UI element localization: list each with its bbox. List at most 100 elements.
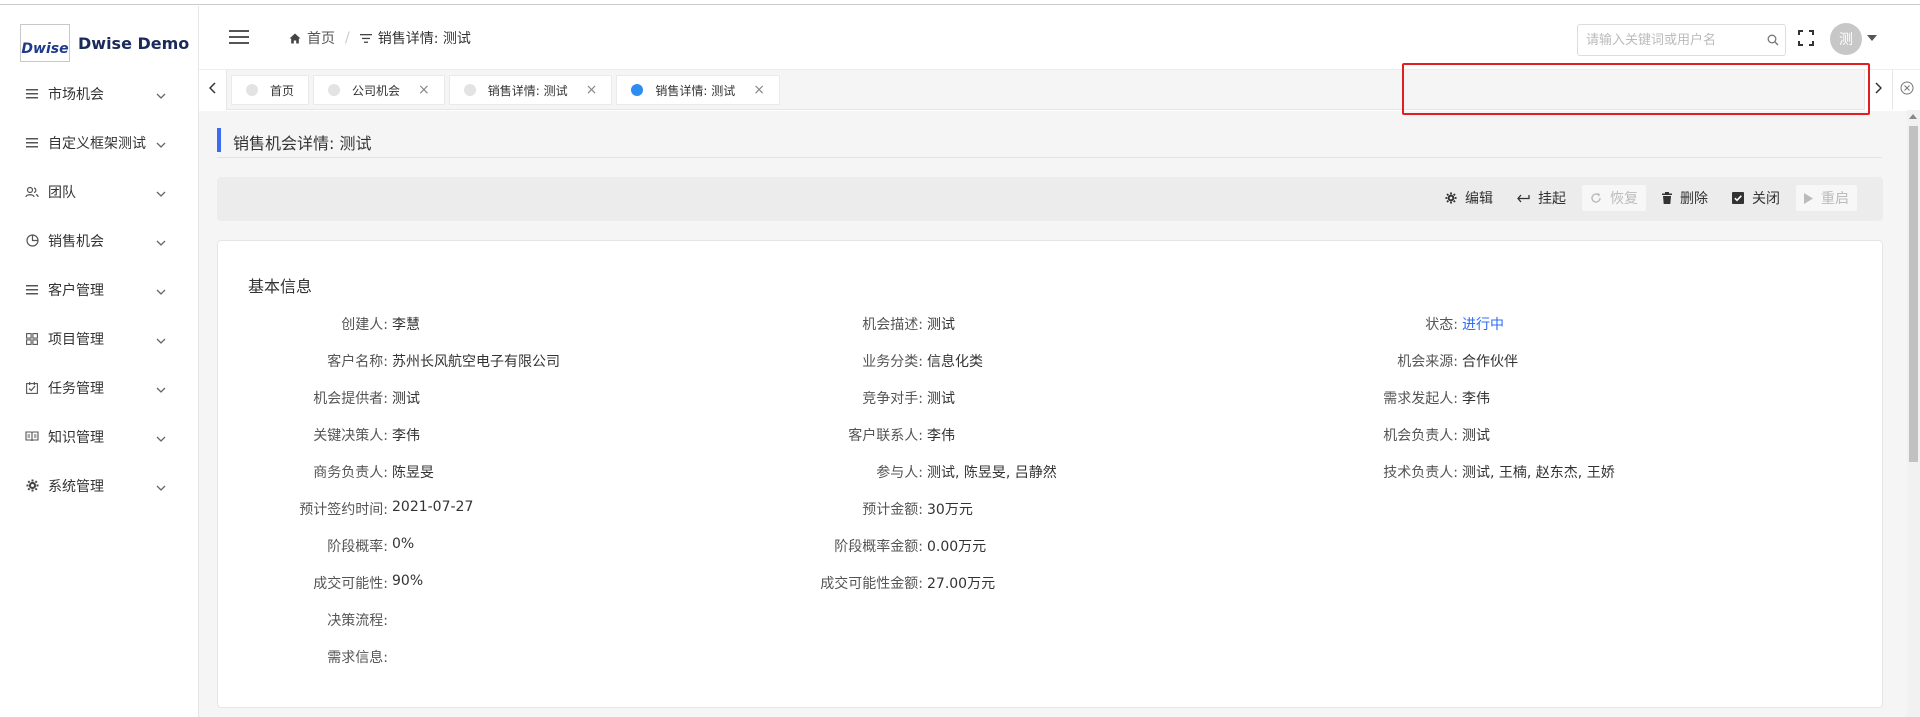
field-value: 90% [392, 573, 424, 589]
field-value: 测试, 王楠, 赵东杰, 王娇 [1462, 465, 1615, 481]
field-label: 竞争对手: [862, 391, 923, 407]
field-label: 状态: [1425, 317, 1458, 333]
breadcrumb-home-label: 首页 [307, 31, 335, 47]
list-icon [24, 135, 40, 151]
search-box [1577, 24, 1786, 56]
checkbox-icon [24, 380, 40, 396]
field-value: 测试 [927, 317, 955, 333]
chevron-down-icon [156, 234, 166, 250]
circle-close-icon [1900, 81, 1914, 99]
field-label: 成交可能性: [313, 576, 388, 592]
caret-down-icon[interactable] [1867, 35, 1877, 41]
tabs-scroll-left-button[interactable] [199, 70, 227, 110]
field-description: 机会描述: 测试 [783, 314, 955, 334]
delete-button[interactable]: 删除 [1654, 185, 1716, 211]
field-key-decision-maker: 关键决策人: 李伟 [248, 425, 420, 445]
field-value: 0.00万元 [927, 539, 987, 555]
restore-button[interactable]: 恢复 [1582, 185, 1646, 211]
pie-chart-icon [24, 233, 40, 249]
field-business-category: 业务分类: 信息化类 [783, 351, 983, 371]
tab-status-dot [463, 84, 476, 96]
field-value: 李慧 [392, 317, 420, 333]
avatar[interactable]: 测 [1830, 23, 1862, 55]
edit-button[interactable]: 编辑 [1437, 185, 1501, 211]
action-toolbar: 编辑 挂起 恢复 删除 关闭 重启 [217, 177, 1883, 221]
restart-button[interactable]: 重启 [1796, 185, 1857, 211]
close-button[interactable]: 关闭 [1724, 185, 1788, 211]
field-label: 成交可能性金额: [820, 576, 923, 592]
fullscreen-icon[interactable] [1798, 30, 1814, 50]
sidebar-item-knowledge-management[interactable]: 知识管理 [0, 412, 199, 461]
refresh-icon [1590, 192, 1602, 204]
chevron-right-icon [1875, 82, 1883, 98]
field-value: 苏州长风航空电子有限公司 [392, 354, 560, 370]
field-requirement-info: 需求信息: [248, 647, 392, 667]
breadcrumb-separator: / [345, 30, 350, 46]
close-icon[interactable]: × [418, 82, 430, 98]
suspend-button[interactable]: 挂起 [1509, 185, 1574, 211]
tab-home[interactable]: 首页 [231, 75, 310, 105]
field-competitor: 竞争对手: 测试 [783, 388, 955, 408]
search-input[interactable] [1578, 26, 1761, 54]
page-title-accent [217, 128, 221, 152]
sidebar-item-customer-management[interactable]: 客户管理 [0, 265, 199, 314]
field-tech-owner: 技术负责人: 测试, 王楠, 赵东杰, 王娇 [1318, 462, 1615, 482]
close-button-label: 关闭 [1752, 191, 1780, 207]
field-requirement-initiator: 需求发起人: 李伟 [1318, 388, 1490, 408]
menu-toggle-icon[interactable] [229, 30, 249, 44]
scroll-up-icon[interactable] [1909, 114, 1917, 119]
sidebar-item-custom-framework-test[interactable]: 自定义框架测试 [0, 118, 199, 167]
field-deal-possibility: 成交可能性: 90% [248, 573, 423, 593]
sidebar-item-system-management[interactable]: 系统管理 [0, 461, 199, 510]
edit-button-label: 编辑 [1465, 191, 1493, 207]
sidebar-item-sales-opportunity[interactable]: 销售机会 [0, 216, 199, 265]
app-root: Dwise Dwise Demo 市场机会 自定义框架测试 团队 销售机会 客户… [0, 0, 1920, 717]
sidebar-item-task-management[interactable]: 任务管理 [0, 363, 199, 412]
sidebar-item-project-management[interactable]: 项目管理 [0, 314, 199, 363]
page-scrollbar[interactable] [1907, 110, 1920, 717]
close-icon[interactable]: × [586, 82, 598, 98]
scrollbar-thumb[interactable] [1909, 126, 1918, 462]
logo[interactable]: Dwise Dwise Demo [20, 24, 189, 62]
top-header: 首页 / 销售详情: 测试 测 [199, 6, 1920, 70]
list-icon [24, 282, 40, 298]
tab-sales-detail[interactable]: 销售详情: 测试 × [448, 75, 613, 105]
tab-sales-detail-active[interactable]: 销售详情: 测试 × [616, 75, 780, 105]
restart-button-label: 重启 [1821, 191, 1849, 207]
field-value: 测试 [1462, 428, 1490, 444]
restore-button-label: 恢复 [1610, 191, 1638, 207]
checkbox-checked-icon [1732, 192, 1744, 204]
sidebar-item-market-opportunity[interactable]: 市场机会 [0, 69, 199, 118]
close-all-tabs-button[interactable] [1892, 70, 1920, 110]
tab-company-opportunity[interactable]: 公司机会 × [313, 75, 445, 105]
field-label: 机会提供者: [313, 391, 388, 407]
search-icon[interactable] [1761, 34, 1785, 46]
field-label: 技术负责人: [1383, 465, 1458, 481]
home-icon [289, 33, 301, 44]
team-icon [24, 184, 40, 200]
window-top-border [0, 0, 1920, 5]
field-label: 业务分类: [862, 354, 923, 370]
breadcrumb-home[interactable]: 首页 [289, 28, 335, 48]
tabs-scroll-right-button[interactable] [1864, 70, 1892, 110]
field-opportunity-owner: 机会负责人: 测试 [1318, 425, 1490, 445]
field-expected-sign-date: 预计签约时间: 2021-07-27 [248, 499, 473, 519]
field-value: 李伟 [392, 428, 420, 444]
sidebar-item-label: 系统管理 [48, 478, 104, 495]
breadcrumb-current: 销售详情: 测试 [359, 28, 471, 48]
sidebar-item-label: 任务管理 [48, 380, 104, 397]
field-label: 机会负责人: [1383, 428, 1458, 444]
field-creator: 创建人: 李慧 [248, 314, 420, 334]
status-value: 进行中 [1462, 317, 1504, 333]
field-value: 27.00万元 [927, 576, 996, 592]
field-label: 机会描述: [862, 317, 923, 333]
field-stage-probability: 阶段概率: 0% [248, 536, 414, 556]
field-value: 李伟 [1462, 391, 1490, 407]
tab-label: 公司机会 [352, 83, 401, 98]
field-label: 关键决策人: [313, 428, 388, 444]
chevron-left-icon [208, 82, 216, 98]
field-value: 陈昱旻 [392, 465, 434, 481]
sidebar: Dwise Dwise Demo 市场机会 自定义框架测试 团队 销售机会 客户… [0, 6, 199, 717]
sidebar-item-team[interactable]: 团队 [0, 167, 199, 216]
close-icon[interactable]: × [753, 82, 765, 98]
